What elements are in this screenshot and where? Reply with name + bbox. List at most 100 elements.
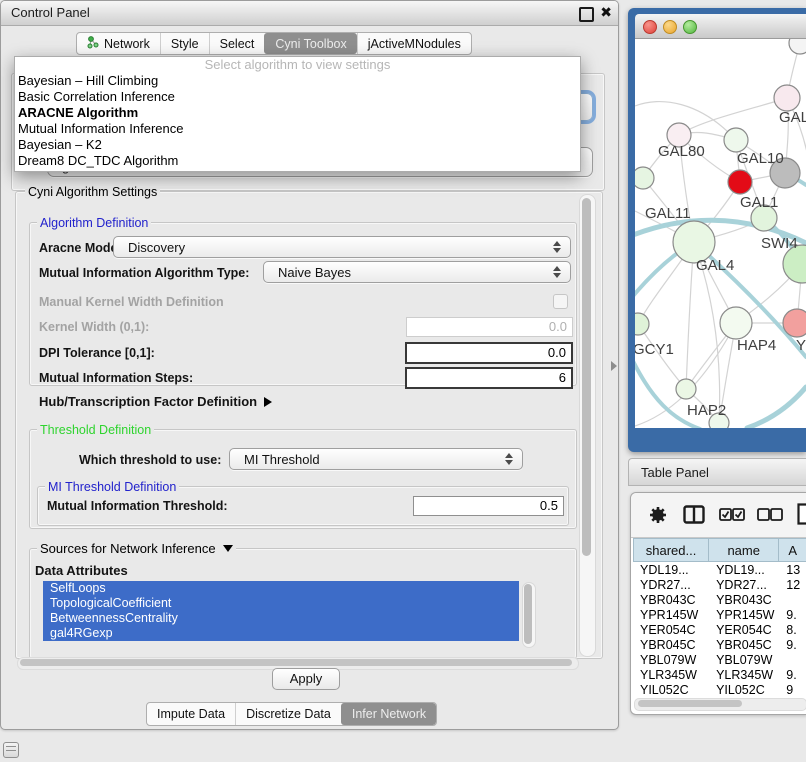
network-node[interactable] (635, 313, 649, 335)
table-cell: YLR345W (633, 668, 709, 683)
mi-steps-field[interactable]: 6 (405, 367, 573, 389)
unchecked-boxes-icon[interactable] (757, 508, 783, 521)
tab-cyni-toolbox[interactable]: Cyni Toolbox (264, 33, 356, 54)
table-cell: YBR043C (633, 593, 709, 608)
column-header-name[interactable]: name (709, 538, 779, 562)
algorithm-definition-title: Algorithm Definition (37, 216, 151, 230)
table-cell: 13 (779, 563, 806, 578)
threshold-definition-title: Threshold Definition (37, 423, 154, 437)
table-row[interactable]: YER054CYER054C8. (633, 623, 806, 638)
mi-steps-label: Mutual Information Steps: (39, 371, 193, 385)
tab-style[interactable]: Style (160, 33, 209, 54)
algorithm-option[interactable]: ARACNE Algorithm (15, 105, 580, 121)
tab-discretize-data[interactable]: Discretize Data (235, 703, 341, 725)
table-row[interactable]: YBL079WYBL079W (633, 653, 806, 668)
table-horizontal-scrollbar[interactable] (634, 698, 806, 711)
tab-select[interactable]: Select (209, 33, 265, 54)
column-header-a[interactable]: A (779, 538, 806, 562)
network-node[interactable] (783, 309, 806, 337)
which-threshold-combo[interactable]: MI Threshold (229, 448, 523, 470)
table-row[interactable]: YPR145WYPR145W9. (633, 608, 806, 623)
dpi-tolerance-field[interactable]: 0.0 (405, 342, 573, 364)
document-icon[interactable] (797, 503, 806, 525)
tab-infer-network[interactable]: Infer Network (341, 703, 436, 725)
algorithm-option[interactable]: Basic Correlation Inference (15, 89, 580, 105)
tab-network[interactable]: Network (77, 33, 160, 54)
hub-definition-expander[interactable]: Hub/Transcription Factor Definition (39, 394, 272, 409)
apply-button[interactable]: Apply (272, 668, 340, 690)
control-panel-titlebar: Control Panel ✖ (1, 1, 618, 26)
network-node[interactable] (728, 170, 752, 194)
network-node-label: Y (796, 337, 806, 354)
aracne-mode-value: Discovery (128, 240, 185, 255)
minimize-traffic-light-icon[interactable] (663, 20, 677, 34)
table-row[interactable]: YIL052CYIL052C9 (633, 683, 806, 698)
network-edge-thick (747, 387, 806, 428)
table-row[interactable]: YLR345WYLR345W9. (633, 668, 806, 683)
table-cell: 9 (779, 683, 806, 698)
data-attributes-label: Data Attributes (35, 563, 128, 578)
mi-type-combo[interactable]: Naive Bayes (263, 261, 571, 283)
algorithm-option[interactable]: Bayesian – K2 (15, 137, 580, 153)
table-window: shared...nameA YDL19...YDL19...13YDR27..… (630, 492, 806, 715)
table-cell: 9. (779, 668, 806, 683)
network-node[interactable] (774, 85, 800, 111)
float-window-icon[interactable] (579, 7, 594, 22)
gear-icon[interactable] (649, 506, 667, 524)
mi-threshold-field[interactable]: 0.5 (413, 496, 564, 516)
table-cell: YBR043C (709, 593, 779, 608)
combo-arrows-icon (553, 266, 561, 278)
settings-vertical-scrollbar[interactable] (579, 194, 596, 657)
table-cell: YBR045C (709, 638, 779, 653)
network-node[interactable] (720, 307, 752, 339)
network-node[interactable] (635, 167, 654, 189)
algorithm-option[interactable]: Bayesian – Hill Climbing (15, 73, 580, 89)
checked-boxes-icon[interactable] (719, 508, 745, 521)
attribute-list-item[interactable]: gal4RGexp (43, 626, 519, 641)
tab-label: Cyni Toolbox (275, 37, 346, 51)
network-node[interactable] (676, 379, 696, 399)
close-icon[interactable]: ✖ (600, 4, 612, 21)
manual-kernel-checkbox[interactable] (553, 294, 568, 309)
network-node[interactable] (789, 39, 806, 54)
mi-type-value: Naive Bayes (278, 265, 351, 280)
table-row[interactable]: YDR27...YDR27...12 (633, 578, 806, 593)
table-row[interactable]: YBR043CYBR043C (633, 593, 806, 608)
attribute-list-item[interactable]: SelfLoops (43, 581, 519, 596)
manual-kernel-label: Manual Kernel Width Definition (39, 295, 224, 309)
control-panel-window: Control Panel ✖ NetworkStyle Select Cyni T… (0, 0, 619, 730)
kernel-width-field[interactable]: 0.0 (406, 317, 573, 337)
network-icon (87, 36, 99, 52)
tab-impute-data[interactable]: Impute Data (147, 703, 235, 725)
attribute-list-item[interactable]: TopologicalCoefficient (43, 596, 519, 611)
sources-title[interactable]: Sources for Network Inference (37, 541, 236, 556)
splitter-arrow-icon[interactable] (611, 361, 617, 371)
table-row[interactable]: YBR045CYBR045C9. (633, 638, 806, 653)
tab-label: Select (220, 37, 255, 51)
algorithm-option[interactable]: Dream8 DC_TDC Algorithm (15, 153, 580, 169)
table-panel-title: Table Panel (641, 465, 709, 480)
aracne-mode-combo[interactable]: Discovery (113, 236, 571, 258)
attr-list-scrollbar[interactable] (522, 582, 536, 648)
zoom-traffic-light-icon[interactable] (683, 20, 697, 34)
dpi-tolerance-label: DPI Tolerance [0,1]: (39, 346, 155, 360)
table-cell: YDR27... (709, 578, 779, 593)
column-header-shared[interactable]: shared... (633, 538, 709, 562)
network-view-window: GAL8GAL80GAL10GAL1GAL11SWI4GAL4GCY1HAP4Y… (628, 8, 806, 452)
tab-label: jActiveMNodules (368, 37, 461, 51)
panel-toggle-icon[interactable] (3, 742, 19, 758)
network-node[interactable] (724, 128, 748, 152)
aracne-mode-label: Aracne Mode: (39, 241, 122, 255)
attribute-list-item[interactable]: BetweennessCentrality (43, 611, 519, 626)
table-cell: YER054C (633, 623, 709, 638)
algorithm-option[interactable]: Mutual Information Inference (15, 121, 580, 137)
table-cell: YDL19... (633, 563, 709, 578)
close-traffic-light-icon[interactable] (643, 20, 657, 34)
table-row[interactable]: YDL19...YDL19...13 (633, 563, 806, 578)
tab-jactivemnodules[interactable]: jActiveMNodules (357, 33, 471, 54)
mi-threshold-title: MI Threshold Definition (45, 480, 179, 494)
network-canvas[interactable]: GAL8GAL80GAL10GAL1GAL11SWI4GAL4GCY1HAP4Y… (635, 39, 806, 428)
bottom-tabs: Impute DataDiscretize DataInfer Network (146, 702, 437, 726)
column-layout-icon[interactable] (683, 505, 705, 524)
table-cell: 9. (779, 608, 806, 623)
